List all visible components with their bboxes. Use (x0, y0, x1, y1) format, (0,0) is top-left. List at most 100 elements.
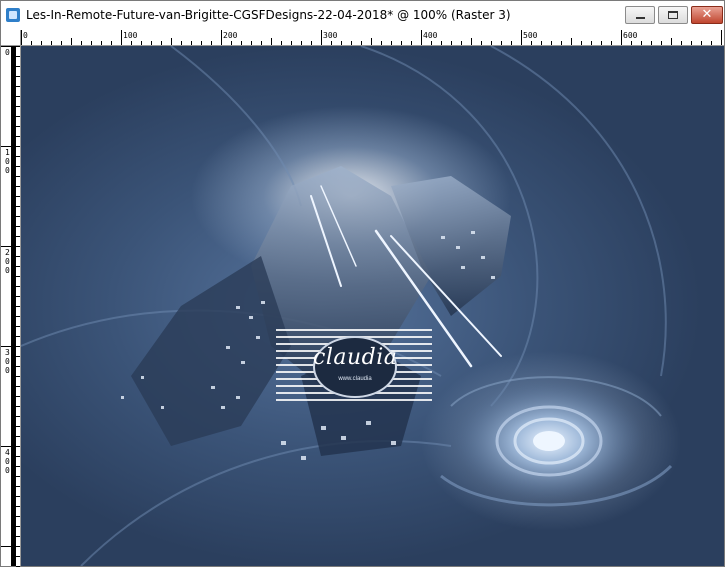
image-window: Les-In-Remote-Future-van-Brigitte-CGSFDe… (0, 0, 725, 567)
ruler-tick (13, 196, 20, 197)
ruler-tick (701, 41, 702, 45)
ruler-tick (171, 38, 172, 45)
ruler-tick (391, 41, 392, 45)
ruler-tick (16, 426, 20, 427)
ruler-tick (16, 126, 20, 127)
ruler-tick (411, 41, 412, 45)
ruler-tick (16, 86, 20, 87)
horizontal-ruler: 0 100 200 300 400 500 600 (1, 30, 724, 46)
ruler-tick (1, 346, 20, 347)
ruler-tick (1, 146, 20, 147)
ruler-tick (13, 296, 20, 297)
ruler-tick (431, 41, 432, 45)
ruler-tick (16, 466, 20, 467)
ruler-tick (16, 136, 20, 137)
ruler-tick (111, 41, 112, 45)
maximize-icon (668, 11, 678, 19)
ruler-tick (331, 41, 332, 45)
watermark: claudia www.claudia (276, 329, 432, 405)
ruler-label: 400 (423, 31, 438, 40)
title-bar[interactable]: Les-In-Remote-Future-van-Brigitte-CGSFDe… (1, 1, 724, 30)
ruler-tick (16, 486, 20, 487)
ruler-label: 200 (5, 248, 10, 275)
ruler-tick (371, 38, 372, 45)
ruler-tick (711, 41, 712, 45)
ruler-tick (16, 366, 20, 367)
ruler-tick (421, 30, 422, 45)
ruler-tick (271, 38, 272, 45)
watermark-name: claudia (313, 345, 398, 370)
ruler-tick (16, 256, 20, 257)
ruler-tick (201, 41, 202, 45)
ruler-tick (301, 41, 302, 45)
ruler-tick (16, 386, 20, 387)
ruler-tick (16, 286, 20, 287)
ruler-tick (16, 506, 20, 507)
ruler-tick (571, 38, 572, 45)
ruler-tick (16, 206, 20, 207)
ruler-tick (16, 156, 20, 157)
ruler-tick (211, 41, 212, 45)
ruler-tick (16, 106, 20, 107)
glowing-disc (440, 376, 673, 507)
ruler-tick (611, 41, 612, 45)
vertical-ruler: 0 100 200 300 400 (1, 46, 21, 567)
ruler-tick (141, 41, 142, 45)
ruler-tick (471, 38, 472, 45)
ruler-tick (16, 216, 20, 217)
minimize-button[interactable] (625, 6, 655, 24)
ruler-tick (16, 436, 20, 437)
ruler-tick (16, 516, 20, 517)
ruler-tick (651, 41, 652, 45)
ruler-tick (561, 41, 562, 45)
ruler-tick (311, 41, 312, 45)
ruler-tick (16, 66, 20, 67)
ruler-label: 100 (123, 31, 138, 40)
minimize-icon (636, 17, 645, 19)
ruler-tick (351, 41, 352, 45)
ruler-tick (661, 41, 662, 45)
ruler-tick (16, 166, 20, 167)
maximize-button[interactable] (658, 6, 688, 24)
ruler-tick (441, 41, 442, 45)
ruler-tick (491, 41, 492, 45)
ruler-label: 300 (323, 31, 338, 40)
ruler-tick (16, 276, 20, 277)
ruler-tick (16, 186, 20, 187)
ruler-tick (16, 406, 20, 407)
ruler-label: 300 (5, 348, 10, 375)
app-icon[interactable] (6, 8, 20, 22)
ruler-tick (221, 30, 222, 45)
image-canvas[interactable]: claudia www.claudia (21, 46, 724, 566)
ruler-tick (541, 41, 542, 45)
window-title: Les-In-Remote-Future-van-Brigitte-CGSFDe… (26, 8, 511, 22)
ruler-tick (61, 41, 62, 45)
ruler-tick (261, 41, 262, 45)
ruler-tick (361, 41, 362, 45)
ruler-tick (16, 236, 20, 237)
close-button[interactable]: ✕ (691, 6, 723, 24)
ruler-tick (16, 376, 20, 377)
ruler-tick (321, 30, 322, 45)
ruler-tick (16, 226, 20, 227)
ruler-tick (241, 41, 242, 45)
ruler-tick (511, 41, 512, 45)
ruler-label: 400 (5, 448, 10, 475)
ruler-tick (13, 96, 20, 97)
ruler-tick (461, 41, 462, 45)
ruler-tick (621, 30, 622, 45)
ruler-label: 500 (523, 31, 538, 40)
ruler-tick (16, 56, 20, 57)
ruler-tick (1, 46, 20, 47)
ruler-label: 0 (5, 48, 10, 57)
ruler-tick (91, 41, 92, 45)
ruler-tick (131, 41, 132, 45)
ruler-tick (671, 38, 672, 45)
ruler-tick (341, 41, 342, 45)
ruler-tick (401, 41, 402, 45)
ruler-tick (51, 41, 52, 45)
ruler-tick (16, 536, 20, 537)
artwork (21, 46, 673, 566)
ruler-tick (591, 41, 592, 45)
ruler-tick (501, 41, 502, 45)
